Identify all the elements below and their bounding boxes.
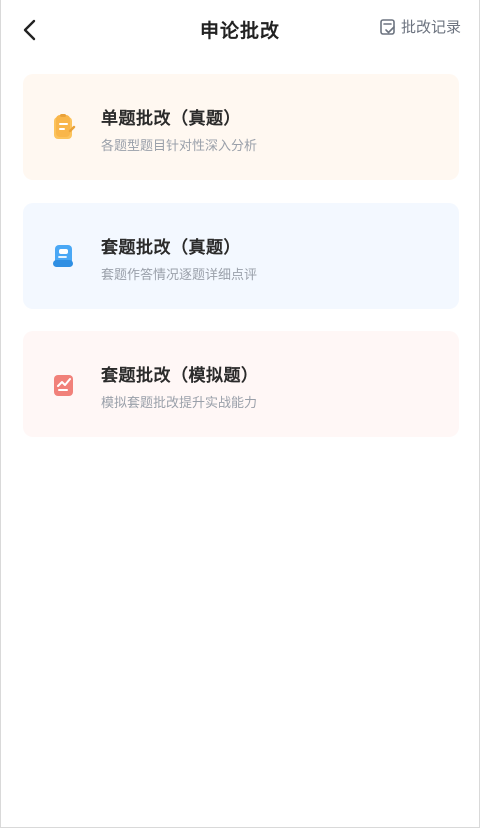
scroll-icon (51, 242, 77, 270)
card-title: 套题批改（模拟题） (101, 366, 259, 386)
card-set-question-real[interactable]: 套题批改（真题） 套题作答情况逐题详细点评 (23, 203, 459, 309)
record-button[interactable]: 批改记录 (379, 16, 461, 37)
card-description: 模拟套题批改提升实战能力 (101, 396, 258, 411)
card-description: 套题作答情况逐题详细点评 (101, 268, 258, 283)
card-single-question-real[interactable]: 单题批改（真题） 各题型题目针对性深入分析 (23, 74, 459, 180)
top-nav-bar: 申论批改 批改记录 (1, 0, 479, 58)
card-title: 套题批改（真题） (101, 238, 241, 258)
card-set-question-mock[interactable]: 套题批改（模拟题） 模拟套题批改提升实战能力 (23, 331, 459, 437)
card-title: 单题批改（真题） (101, 109, 241, 129)
clipboard-edit-icon (51, 113, 77, 141)
record-button-label: 批改记录 (400, 18, 461, 36)
card-description: 各题型题目针对性深入分析 (101, 139, 258, 154)
chart-paper-icon (51, 370, 77, 398)
record-check-icon (379, 18, 397, 36)
